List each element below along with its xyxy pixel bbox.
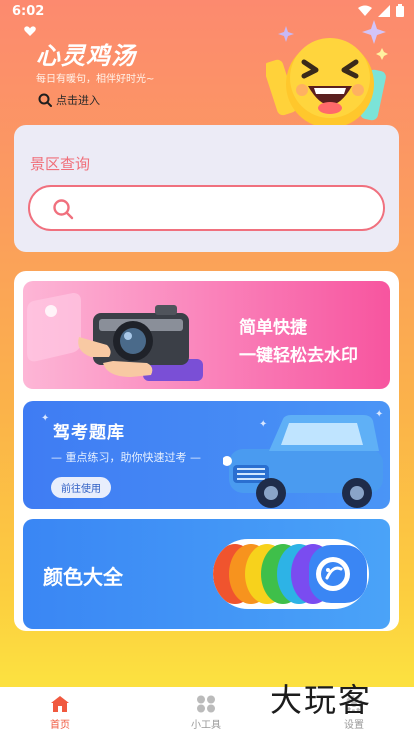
wifi-icon: [358, 5, 372, 16]
car-icon: [223, 415, 383, 508]
search-input[interactable]: [28, 185, 385, 231]
tab-tools-label: 小工具: [191, 720, 221, 731]
exam-banner-title: 驾考题库: [53, 423, 125, 443]
enter-link[interactable]: 点击进入: [38, 92, 100, 108]
signal-icon: [378, 4, 390, 17]
search-card-title: 景区查询: [30, 155, 91, 173]
status-time: 6:02: [12, 4, 45, 19]
sparkle-icon: ✦: [41, 413, 50, 424]
tools-card: 简单快捷 一键轻松去水印 ✦ ✦ ✦ 驾考题库 — 重点练习，助你快速过考 — …: [14, 271, 399, 631]
remove-watermark-banner[interactable]: 简单快捷 一键轻松去水印: [23, 281, 390, 389]
header-subtitle: 每日有暖句，相伴好时光~: [36, 74, 155, 85]
driving-exam-banner[interactable]: ✦ ✦ ✦ 驾考题库 — 重点练习，助你快速过考 — 前往使用: [23, 401, 390, 509]
header-title: 心灵鸡汤: [36, 42, 136, 70]
battery-icon: [396, 4, 404, 17]
tab-home[interactable]: 首页: [30, 695, 90, 731]
rainbow-swatches: [213, 544, 367, 604]
exam-banner-subtitle: — 重点练习，助你快速过考 —: [51, 451, 201, 464]
heart-icon: [24, 26, 36, 36]
status-icons: [358, 4, 404, 17]
scenic-search-card: 景区查询: [14, 125, 399, 252]
color-swatch-pill: [213, 539, 369, 609]
color-library-banner[interactable]: 颜色大全: [23, 519, 390, 629]
tab-settings-label: 设置: [344, 720, 364, 731]
tools-icon: [197, 695, 215, 713]
laughing-emoji-icon: [266, 20, 388, 128]
home-icon: [51, 696, 69, 712]
watermark-banner-line1: 简单快捷: [239, 318, 307, 338]
watermark-banner-line2: 一键轻松去水印: [239, 346, 358, 366]
enter-link-label: 点击进入: [56, 94, 100, 107]
exam-go-button[interactable]: 前往使用: [51, 477, 111, 498]
tab-tools[interactable]: 小工具: [176, 695, 236, 731]
color-banner-title: 颜色大全: [43, 565, 123, 589]
search-icon: [38, 93, 52, 107]
search-icon: [53, 199, 74, 220]
site-watermark: 大玩客: [270, 681, 373, 719]
camera-icon: [78, 305, 203, 381]
tab-home-label: 首页: [50, 720, 70, 731]
